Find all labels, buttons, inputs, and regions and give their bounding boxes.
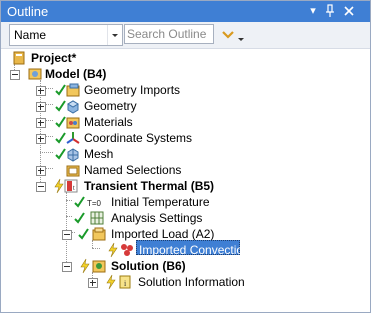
expand-toggle[interactable]	[36, 134, 46, 144]
solution-information-icon: i	[117, 274, 133, 290]
tree-item-label: Initial Temperature	[111, 195, 210, 209]
model-icon	[27, 66, 43, 82]
initial-temperature-icon: T=0	[87, 194, 105, 210]
checkmark-icon	[76, 226, 92, 242]
menu-dropdown-icon[interactable]: ▾	[306, 4, 320, 18]
filter-type-dropdown[interactable]: Name	[9, 24, 123, 46]
tree-item-mesh[interactable]: Mesh	[1, 146, 201, 162]
checkmark-icon	[72, 210, 88, 226]
filter-dropdown-icon[interactable]	[221, 26, 247, 44]
expand-toggle[interactable]	[88, 278, 98, 288]
collapse-toggle[interactable]	[62, 262, 72, 272]
project-icon	[11, 50, 27, 66]
tree-item-label: Imported Load (A2)	[111, 227, 215, 241]
collapse-toggle[interactable]	[62, 230, 72, 240]
initial-temperature-badge-text: T=0	[87, 199, 102, 208]
search-outline-input[interactable]	[124, 24, 214, 44]
title-bar: Outline ▾	[1, 1, 370, 22]
tree-item-label: Project*	[31, 51, 77, 65]
tree-item-label: Analysis Settings	[111, 211, 203, 225]
collapse-toggle[interactable]	[36, 182, 46, 192]
mesh-icon	[65, 146, 81, 162]
outline-toolbar: Name	[1, 22, 370, 49]
solution-icon	[91, 258, 107, 274]
tree-item-geometry[interactable]: Geometry	[1, 98, 201, 114]
geometry-icon	[65, 98, 81, 114]
geometry-imports-icon	[65, 82, 81, 98]
tree-item-transient-thermal[interactable]: t Transient Thermal (B5)	[1, 178, 261, 194]
tree-item-solution[interactable]: Solution (B6)	[1, 258, 221, 274]
close-icon[interactable]	[342, 4, 356, 18]
tree-item-initial-temperature[interactable]: T=0 Initial Temperature	[1, 194, 221, 210]
expand-toggle[interactable]	[36, 166, 46, 176]
analysis-settings-icon	[89, 210, 105, 226]
tree-item-solution-information[interactable]: i Solution Information	[1, 274, 261, 290]
imported-load-icon	[91, 226, 107, 242]
tree-item-label: Transient Thermal (B5)	[84, 179, 215, 193]
expand-toggle[interactable]	[36, 102, 46, 112]
tree-item-geometry-imports[interactable]: Geometry Imports	[1, 82, 201, 98]
tree-item-coordinate-systems[interactable]: Coordinate Systems	[1, 130, 221, 146]
pin-icon[interactable]	[323, 4, 337, 18]
checkmark-icon	[72, 194, 88, 210]
panel-title: Outline	[7, 4, 49, 19]
tree-item-label: Mesh	[84, 147, 114, 161]
expand-toggle[interactable]	[36, 86, 46, 96]
tree-item-label: Geometry Imports	[84, 83, 181, 97]
tree-item-model[interactable]: Model (B4)	[1, 66, 141, 82]
tree-item-label: Imported Convection	[139, 243, 250, 257]
tree-item-named-selections[interactable]: Named Selections	[1, 162, 201, 178]
outline-tree: Project* Model (B4) Geometry Imports Geo…	[1, 50, 370, 312]
chevron-down-icon[interactable]	[107, 25, 122, 45]
tree-item-label: Model (B4)	[45, 67, 107, 81]
filter-type-value: Name	[14, 28, 47, 42]
coordinate-systems-icon	[65, 130, 81, 146]
tree-item-label: Solution (B6)	[111, 259, 186, 273]
collapse-toggle[interactable]	[10, 70, 20, 80]
convection-icon	[119, 242, 135, 258]
tree-item-label: Geometry	[84, 99, 137, 113]
outline-panel: Outline ▾ Name Search Outline Project* M…	[0, 0, 371, 313]
materials-icon	[65, 114, 81, 130]
tree-item-label: Coordinate Systems	[84, 131, 193, 145]
tree-item-label: Materials	[84, 115, 133, 129]
tree-item-analysis-settings[interactable]: Analysis Settings	[1, 210, 221, 226]
transient-thermal-icon: t	[63, 178, 79, 194]
named-selections-icon	[65, 162, 81, 178]
tree-item-project[interactable]: Project*	[1, 50, 121, 66]
expand-toggle[interactable]	[36, 118, 46, 128]
tree-item-label: Named Selections	[84, 163, 182, 177]
tree-item-materials[interactable]: Materials	[1, 114, 201, 130]
tree-item-label: Solution Information	[138, 275, 245, 289]
tree-item-imported-convection[interactable]: Imported Convection	[1, 242, 261, 258]
